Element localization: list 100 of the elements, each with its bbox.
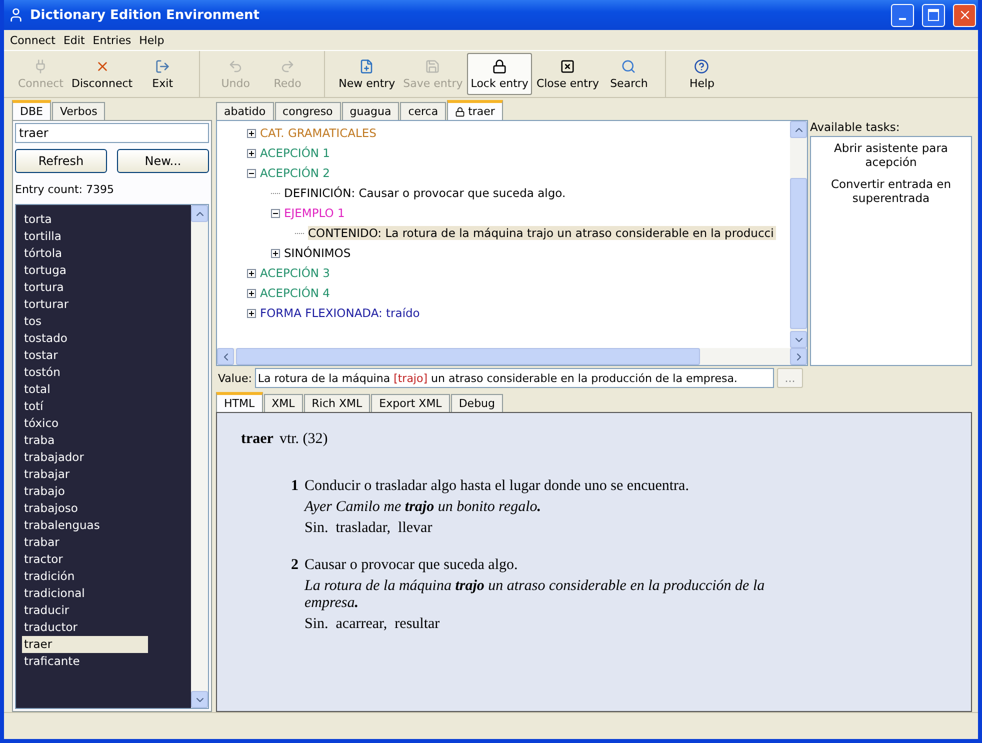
toolbar-button[interactable]: New entry <box>334 53 400 95</box>
value-label: Value: <box>218 372 252 384</box>
tab[interactable]: Verbos <box>52 102 106 120</box>
tree-item[interactable]: ACEPCIÓN 1 <box>260 146 332 160</box>
list-item[interactable]: traficante <box>22 653 148 670</box>
list-item[interactable]: tórtola <box>22 245 148 262</box>
tree-item[interactable]: ACEPCIÓN 2 <box>260 166 332 180</box>
collapse-icon[interactable] <box>271 208 280 218</box>
menu-item[interactable]: Help <box>135 34 168 46</box>
expand-icon[interactable] <box>271 248 280 258</box>
tree-item[interactable]: ACEPCIÓN 3 <box>260 266 332 280</box>
task-link[interactable]: Convertir entrada en superentrada <box>813 177 969 205</box>
scrollbar[interactable] <box>790 121 807 348</box>
minimize-button[interactable] <box>891 4 914 26</box>
expand-icon[interactable] <box>247 268 256 278</box>
tab[interactable]: traer <box>447 100 503 120</box>
synonyms: Sin. trasladar, llevar <box>304 520 434 537</box>
list-item[interactable]: torta <box>22 211 148 228</box>
expand-icon[interactable] <box>247 308 256 318</box>
new-button[interactable]: New... <box>117 149 209 173</box>
list-item[interactable]: tortilla <box>22 228 148 245</box>
tree-item[interactable]: FORMA FLEXIONADA: traído <box>260 306 422 320</box>
menu-item[interactable]: Entries <box>88 34 136 46</box>
tab[interactable]: DBE <box>12 100 51 120</box>
list-item[interactable]: tradición <box>22 568 148 585</box>
expand-icon[interactable] <box>247 288 256 298</box>
tab[interactable]: Debug <box>450 394 504 412</box>
user-icon <box>8 7 24 23</box>
search-icon <box>621 58 636 74</box>
list-item[interactable]: trabajoso <box>22 500 148 517</box>
sense-number: 1 <box>291 478 298 496</box>
refresh-button[interactable]: Refresh <box>15 149 107 173</box>
redo-icon <box>280 58 296 74</box>
expand-icon[interactable] <box>247 148 256 158</box>
search-field[interactable]: traer <box>15 123 209 143</box>
toolbar-button[interactable]: Close entry <box>532 53 603 95</box>
list-item[interactable]: tortuga <box>22 262 148 279</box>
tree-item[interactable]: CONTENIDO: La rotura de la máquina trajo un atraso considerable en la producci <box>308 226 776 240</box>
list-item[interactable]: traba <box>22 432 148 449</box>
tab[interactable]: cerca <box>400 102 446 120</box>
headword: traer <box>241 431 274 448</box>
tab[interactable]: Export XML <box>371 394 450 412</box>
list-item[interactable]: total <box>22 381 148 398</box>
task-link[interactable]: Abrir asistente para acepción <box>813 141 969 169</box>
save-icon <box>425 58 440 74</box>
tab[interactable]: congreso <box>274 102 341 120</box>
tree-item[interactable]: ACEPCIÓN 4 <box>260 286 332 300</box>
value-field[interactable]: La rotura de la máquina [trajo] un atraso considerable en la producción de la empresa. <box>254 368 774 388</box>
toolbar-button[interactable]: Search <box>602 53 655 95</box>
sense-number: 2 <box>291 557 298 575</box>
list-item[interactable]: traductor <box>22 619 148 636</box>
list-item[interactable]: tóxico <box>22 415 148 432</box>
list-item[interactable]: totí <box>22 398 148 415</box>
tab[interactable]: guagua <box>342 102 400 120</box>
tab[interactable]: Rich XML <box>304 394 370 412</box>
list-item[interactable]: tradicional <box>22 585 148 602</box>
tab[interactable]: abatido <box>216 102 274 120</box>
tab[interactable]: XML <box>264 394 303 412</box>
collapse-icon[interactable] <box>247 168 256 178</box>
expand-icon[interactable] <box>247 128 256 138</box>
list-item[interactable]: trabajar <box>22 466 148 483</box>
list-item[interactable]: trabajo <box>22 483 148 500</box>
list-item[interactable]: traer <box>22 636 148 653</box>
scrollbar[interactable] <box>191 205 208 708</box>
list-item[interactable]: trabar <box>22 534 148 551</box>
tree-item[interactable]: SINÓNIMOS <box>284 246 353 260</box>
toolbar-button[interactable]: Disconnect <box>67 53 137 95</box>
list-item[interactable]: tortura <box>22 279 148 296</box>
list-item[interactable]: tostón <box>22 364 148 381</box>
close-button[interactable] <box>953 4 976 26</box>
entry-count: Entry count: 7395 <box>15 183 115 196</box>
tree-item[interactable]: CAT. GRAMATICALES <box>260 126 378 140</box>
lock-icon <box>455 106 466 116</box>
definition: Conducir o trasladar algo hasta el lugar donde uno se encuentra. <box>304 478 689 495</box>
maximize-button[interactable] <box>922 4 945 26</box>
list-item[interactable]: trabalenguas <box>22 517 148 534</box>
tree-item[interactable]: EJEMPLO 1 <box>284 206 347 220</box>
list-item[interactable]: tos <box>22 313 148 330</box>
list-item[interactable]: tostado <box>22 330 148 347</box>
example: La rotura de la máquina trajo un atraso considerable en la producción de la empresa. <box>304 578 766 612</box>
menu-item[interactable]: Edit <box>59 34 89 46</box>
window-title: Dictionary Edition Environment <box>30 8 261 22</box>
list-item[interactable]: traducir <box>22 602 148 619</box>
menu-item[interactable]: Connect <box>6 34 60 46</box>
door-icon <box>155 58 170 74</box>
definition: Causar o provocar que suceda algo. <box>304 557 519 574</box>
toolbar-button[interactable]: Exit <box>136 53 189 95</box>
list-item[interactable]: torturar <box>22 296 148 313</box>
tree-item[interactable]: DEFINICIÓN: Causar o provocar que suceda algo. <box>284 186 568 200</box>
list-item[interactable]: trabajador <box>22 449 148 466</box>
list-item[interactable]: tractor <box>22 551 148 568</box>
grammar-label: vtr. (32) <box>279 431 328 448</box>
scrollbar[interactable] <box>217 348 807 365</box>
toolbar-button[interactable]: Help <box>676 53 728 95</box>
tasks-title: Available tasks: <box>810 120 901 134</box>
close-icon <box>560 58 576 74</box>
toolbar-button[interactable]: Lock entry <box>466 53 532 95</box>
list-item[interactable]: tostar <box>22 347 148 364</box>
help-icon <box>694 58 710 74</box>
tab[interactable]: HTML <box>216 392 263 412</box>
